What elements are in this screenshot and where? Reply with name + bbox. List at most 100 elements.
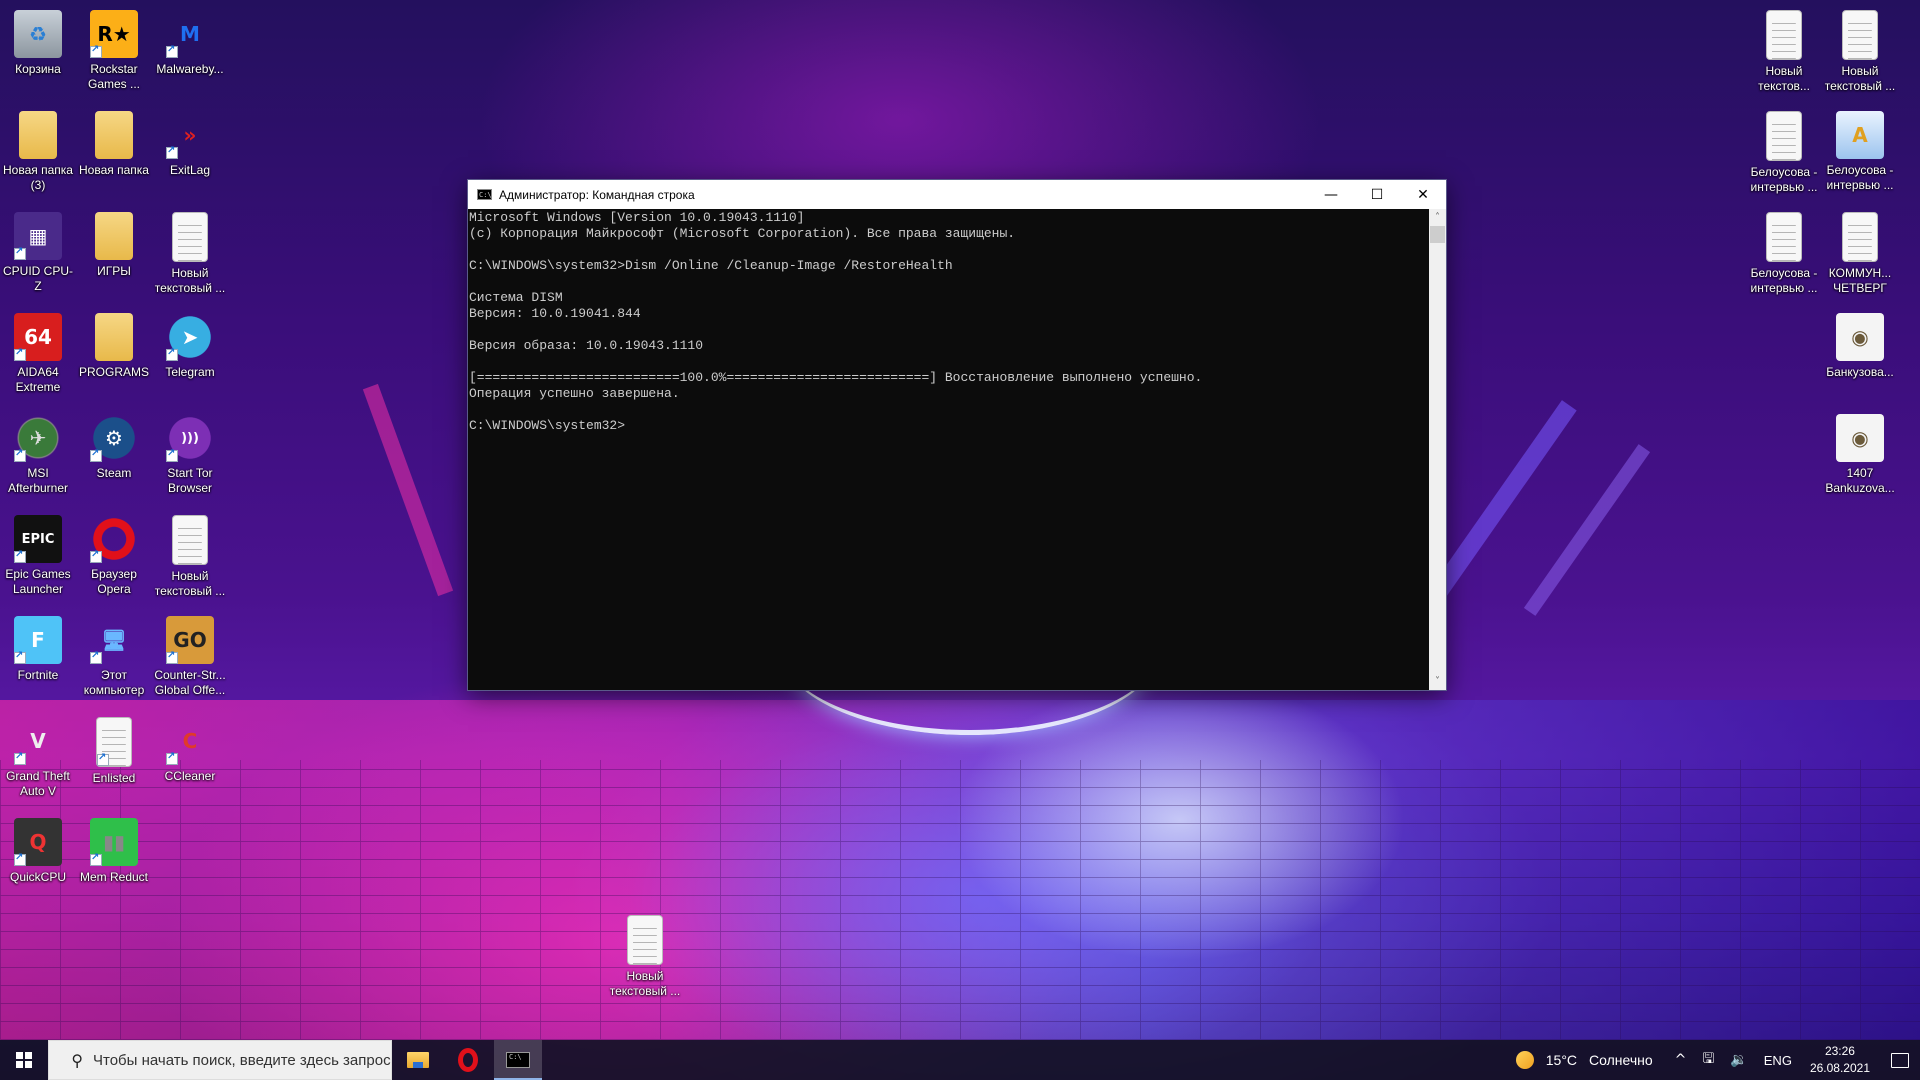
desktop-icon[interactable]: ♻ Корзина (0, 10, 76, 77)
sun-icon (1515, 1051, 1534, 1069)
desktop-icon[interactable]: GO Counter-Str... Global Offe... (152, 616, 228, 698)
shortcut-arrow-icon (166, 448, 178, 462)
shortcut-arrow-icon (14, 347, 26, 361)
desktop-icon[interactable]: ◉ 1407 Bankuzova... (1822, 414, 1898, 496)
clock[interactable]: 23:26 26.08.2021 (1810, 1043, 1870, 1077)
wordpad-document-icon: A (1836, 111, 1884, 159)
desktop-icon[interactable]: A Белоусова - интервью ... (1822, 111, 1898, 193)
system-tray: 15°C Солнечно ^ 🖫 🔉 ENG 23:26 26.08.2021 (1515, 1040, 1920, 1080)
desktop-icon[interactable]: PROGRAMS (76, 313, 152, 380)
vertical-scrollbar[interactable]: ˄ ˅ (1429, 209, 1446, 690)
desktop-icon[interactable]: Q QuickCPU (0, 818, 76, 885)
shortcut-arrow-icon (14, 549, 26, 563)
desktop-icon[interactable]: Новая папка (76, 111, 152, 178)
desktop-icon[interactable]: 🖥 Этот компьютер (76, 616, 152, 698)
console-line: [==========================100.0%=======… (469, 370, 1203, 385)
desktop-icon-label: PROGRAMS (78, 365, 149, 379)
rockstar-icon: R★ (90, 10, 138, 58)
search-icon: ⚲ (71, 1050, 83, 1070)
console-line: Система DISM (469, 290, 563, 305)
window-titlebar[interactable]: C:\ Администратор: Командная строка — ☐ … (468, 180, 1446, 209)
desktop-icon[interactable]: ✈ MSI Afterburner (0, 414, 76, 496)
wallpaper-grid (0, 760, 1920, 1040)
desktop-icon[interactable]: Новый текстов... (1746, 10, 1822, 94)
start-button[interactable] (0, 1040, 48, 1080)
desktop-icon[interactable]: Браузер Opera (76, 515, 152, 597)
desktop-icon[interactable]: КОММУН... ЧЕТВЕРГ (1822, 212, 1898, 296)
clock-date: 26.08.2021 (1809, 1061, 1870, 1075)
desktop-icon-label: Браузер Opera (91, 567, 137, 596)
desktop-icon[interactable]: 64 AIDA64 Extreme (0, 313, 76, 395)
notification-icon (1891, 1052, 1909, 1068)
text-document-icon (172, 212, 208, 262)
this-pc-icon: 🖥 (90, 616, 138, 664)
desktop-icon[interactable]: Enlisted (76, 717, 152, 786)
desktop-icon[interactable]: R★ Rockstar Games ... (76, 10, 152, 92)
desktop-icon-label: КОММУН... ЧЕТВЕРГ (1828, 266, 1892, 295)
console-output[interactable]: Microsoft Windows [Version 10.0.19043.11… (468, 209, 1429, 690)
volume-icon[interactable]: 🔉 (1730, 1052, 1747, 1068)
desktop-icon[interactable]: V Grand Theft Auto V (0, 717, 76, 799)
scroll-up-arrow-icon[interactable]: ˄ (1429, 209, 1446, 226)
desktop-icon-label: Epic Games Launcher (5, 567, 71, 596)
desktop-icon[interactable]: ▮▮ Mem Reduct (76, 818, 152, 885)
scrollbar-thumb[interactable] (1430, 226, 1445, 243)
close-icon: ✕ (1417, 186, 1429, 203)
desktop-icon[interactable]: EPIC Epic Games Launcher (0, 515, 76, 597)
desktop-icon[interactable]: ))) Start Tor Browser (152, 414, 228, 496)
desktop-icon[interactable]: ◉ Банкузова... (1822, 313, 1898, 380)
shortcut-arrow-icon (97, 752, 109, 766)
msi-afterburner-icon: ✈ (14, 414, 62, 462)
mem-reduct-icon: ▮▮ (90, 818, 138, 866)
maximize-button[interactable]: ☐ (1354, 180, 1400, 209)
taskbar-opera[interactable] (444, 1040, 492, 1080)
desktop-icon[interactable]: ИГРЫ (76, 212, 152, 279)
telegram-icon: ➤ (166, 313, 214, 361)
desktop-icon[interactable]: M Malwareby... (152, 10, 228, 77)
opera-icon (90, 515, 138, 563)
language-indicator[interactable]: ENG (1764, 1053, 1792, 1068)
desktop-icon[interactable]: Белоусова - интервью ... (1746, 212, 1822, 296)
scroll-down-arrow-icon[interactable]: ˅ (1429, 673, 1446, 690)
desktop-icon[interactable]: » ExitLag (152, 111, 228, 178)
desktop-icon-label: Steam (96, 466, 132, 480)
file-explorer-icon (407, 1052, 429, 1068)
taskbar-file-explorer[interactable] (394, 1040, 442, 1080)
shortcut-arrow-icon (14, 852, 26, 866)
folder-icon (19, 111, 57, 159)
taskbar-command-prompt[interactable]: C:\ (494, 1040, 542, 1080)
desktop-icon[interactable]: Новая папка (3) (0, 111, 76, 193)
console-line: C:\WINDOWS\system32>Dism /Online /Cleanu… (469, 258, 953, 273)
desktop-icon[interactable]: Новый текстовый ... (607, 915, 683, 999)
desktop-icon[interactable]: Новый текстовый ... (152, 212, 228, 296)
desktop-icon-label: Rockstar Games ... (87, 62, 140, 91)
desktop-icon[interactable]: Белоусова - интервью ... (1746, 111, 1822, 195)
desktop-icon-label: Новый текстовый ... (154, 266, 226, 295)
desktop-icon[interactable]: Новый текстовый ... (1822, 10, 1898, 94)
network-icon[interactable]: 🖫 (1702, 1048, 1714, 1072)
exitlag-icon: » (166, 111, 214, 159)
desktop-icon[interactable]: C CCleaner (152, 717, 228, 784)
gta-v-icon: V (14, 717, 62, 765)
weather-widget[interactable]: 15°C Солнечно (1515, 1051, 1653, 1069)
desktop-icon-label: Enlisted (92, 771, 136, 785)
desktop-icon-label: Start Tor Browser (167, 466, 213, 495)
desktop-icon[interactable]: ⚙ Steam (76, 414, 152, 481)
show-hidden-icons-chevron-icon[interactable]: ^ (1675, 1052, 1687, 1068)
desktop-icon[interactable]: ➤ Telegram (152, 313, 228, 380)
desktop-icon[interactable]: Новый текстовый ... (152, 515, 228, 599)
desktop-icon-label: AIDA64 Extreme (15, 365, 61, 394)
window-title: Администратор: Командная строка (499, 187, 695, 202)
desktop-icon-label: Корзина (15, 62, 61, 76)
text-document-icon (1766, 10, 1802, 60)
desktop-icon[interactable]: F Fortnite (0, 616, 76, 683)
taskbar-search-box[interactable]: ⚲ Чтобы начать поиск, введите здесь запр… (48, 1040, 392, 1080)
command-prompt-window[interactable]: C:\ Администратор: Командная строка — ☐ … (468, 180, 1446, 690)
close-button[interactable]: ✕ (1400, 180, 1446, 209)
desktop-icon-label: Новый текстовый ... (1824, 64, 1896, 93)
action-center-button[interactable] (1880, 1040, 1920, 1080)
minimize-button[interactable]: — (1308, 180, 1354, 209)
desktop-icon[interactable]: ▦ CPUID CPU-Z (0, 212, 76, 294)
